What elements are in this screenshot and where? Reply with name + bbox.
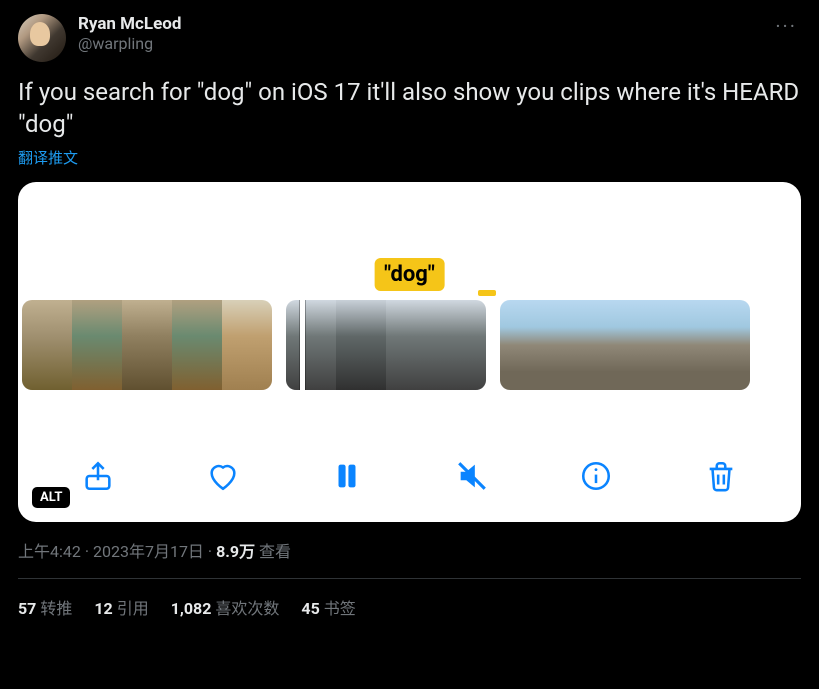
video-frame: [72, 300, 122, 390]
video-frame: [22, 300, 72, 390]
views-label: 查看: [255, 542, 291, 561]
video-frame: [386, 300, 436, 390]
share-icon[interactable]: [78, 456, 118, 496]
alt-badge[interactable]: ALT: [32, 487, 70, 508]
user-names[interactable]: Ryan McLeod @warpling: [78, 14, 759, 53]
video-timeline[interactable]: [18, 300, 801, 390]
stat-retweets[interactable]: 57转推: [18, 595, 72, 619]
views-count: 8.9万: [216, 542, 255, 561]
video-frame: [172, 300, 222, 390]
video-frame: [500, 300, 550, 390]
caption-bubble: "dog": [374, 258, 445, 291]
trash-icon[interactable]: [701, 456, 741, 496]
tweet-text: If you search for "dog" on iOS 17 it'll …: [18, 76, 801, 141]
pause-icon[interactable]: [327, 456, 367, 496]
stat-bookmarks[interactable]: 45书签: [301, 595, 355, 619]
video-frame: [436, 300, 486, 390]
translate-link[interactable]: 翻译推文: [18, 147, 78, 168]
user-handle: @warpling: [78, 34, 759, 53]
display-name: Ryan McLeod: [78, 14, 759, 34]
tweet-header: Ryan McLeod @warpling ···: [18, 14, 801, 62]
video-frame: [336, 300, 386, 390]
media-attachment[interactable]: "dog": [18, 182, 801, 522]
tweet-date[interactable]: 2023年7月17日: [93, 542, 204, 561]
tweet-time[interactable]: 上午4:42: [18, 542, 81, 561]
tweet-stats: 57转推 12引用 1,082喜欢次数 45书签: [18, 579, 801, 619]
playhead[interactable]: [300, 300, 305, 390]
video-frame: [122, 300, 172, 390]
video-frame: [550, 300, 600, 390]
stat-likes[interactable]: 1,082喜欢次数: [171, 595, 280, 619]
avatar[interactable]: [18, 14, 66, 62]
video-frame: [222, 300, 272, 390]
caption-marker: [478, 290, 496, 296]
video-frame: [600, 300, 650, 390]
video-frame: [286, 300, 336, 390]
heart-icon[interactable]: [203, 456, 243, 496]
mute-icon[interactable]: [452, 456, 492, 496]
media-toolbar: [18, 456, 801, 496]
more-icon[interactable]: ···: [771, 14, 801, 38]
video-frame: [650, 300, 700, 390]
stat-quotes[interactable]: 12引用: [94, 595, 148, 619]
clip-group[interactable]: [286, 300, 486, 390]
tweet-container: Ryan McLeod @warpling ··· If you search …: [0, 0, 819, 619]
clip-group[interactable]: [22, 300, 272, 390]
info-icon[interactable]: [576, 456, 616, 496]
clip-group[interactable]: [500, 300, 750, 390]
video-frame: [700, 300, 750, 390]
tweet-meta: 上午4:42 · 2023年7月17日 · 8.9万 查看: [18, 538, 801, 562]
